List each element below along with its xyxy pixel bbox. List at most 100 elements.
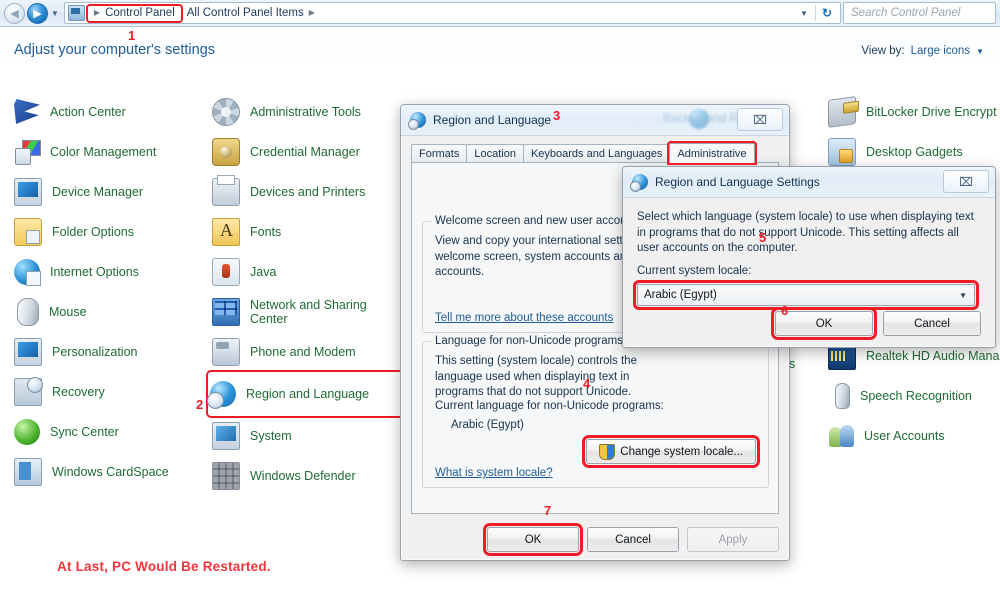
cancel-button[interactable]: Cancel <box>587 527 679 552</box>
cp-item-administrative-tools[interactable]: Administrative Tools <box>212 92 407 132</box>
cp-item-java[interactable]: Java <box>212 252 407 292</box>
ghost-background-title: Backup and R <box>663 111 739 125</box>
cp-item-devices-and-printers[interactable]: Devices and Printers <box>212 172 407 212</box>
cp-item-label: BitLocker Drive Encrypt <box>866 104 997 119</box>
cp-item-label: Administrative Tools <box>250 104 361 119</box>
tab-keyboards-and-languages[interactable]: Keyboards and Languages <box>522 144 671 163</box>
cp-item-label: Fonts <box>250 224 282 239</box>
ok-button[interactable]: OK <box>483 523 583 556</box>
chevron-down-icon: ▼ <box>959 290 967 300</box>
non-unicode-body: This setting (system locale) controls th… <box>435 355 637 399</box>
cp-item-label: Windows Defender <box>250 468 356 483</box>
current-language-value: Arabic (Egypt) <box>451 419 524 431</box>
breadcrumb-all-items[interactable]: All Control Panel Items ▶ <box>181 6 321 21</box>
cp-item-speech-recognition[interactable]: Speech Recognition <box>828 376 1000 416</box>
cp-item-label: Color Management <box>50 144 157 159</box>
items-column-1: Action Center Color Management Device Ma… <box>14 92 204 492</box>
cp-item-action-center[interactable]: Action Center <box>14 92 204 132</box>
tell-me-more-link[interactable]: Tell me more about these accounts <box>435 312 613 324</box>
settings-description: Select which language (system locale) to… <box>637 211 974 255</box>
cp-item-system[interactable]: System <box>212 416 407 456</box>
annotation-3: 3 <box>553 108 561 123</box>
system-locale-combobox[interactable]: Arabic (Egypt) ▼ <box>633 280 979 310</box>
cp-item-folder-options[interactable]: Folder Options <box>14 212 204 252</box>
footer-caption: At Last, PC Would Be Restarted. <box>57 559 271 574</box>
sync-center-icon <box>14 419 40 445</box>
cp-item-sync-center[interactable]: Sync Center <box>14 412 204 452</box>
tab-strip: Formats Location Keyboards and Languages… <box>411 141 779 165</box>
cp-item-windows-cardspace[interactable]: Windows CardSpace <box>14 452 204 492</box>
back-icon[interactable]: ◀ <box>4 2 25 24</box>
cp-item-label: Desktop Gadgets <box>866 144 963 159</box>
cp-item-label: Network and Sharing Center <box>250 297 367 326</box>
cp-item-label: Region and Language <box>246 386 370 401</box>
tab-administrative[interactable]: Administrative <box>667 141 757 165</box>
cp-item-phone-and-modem[interactable]: Phone and Modem <box>212 332 407 372</box>
address-bar[interactable]: ▶ Control Panel All Control Panel Items … <box>63 2 841 24</box>
tab-location[interactable]: Location <box>466 144 524 163</box>
internet-options-globe-icon <box>14 259 41 286</box>
system-icon <box>212 422 240 450</box>
administrative-tools-icon <box>212 98 240 126</box>
cp-item-network-and-sharing-center[interactable]: Network and Sharing Center <box>212 292 407 332</box>
chevron-right-icon-2: ▶ <box>308 8 315 17</box>
dialog-title: Region and Language <box>433 113 552 127</box>
forward-icon[interactable]: ▶ <box>27 2 48 24</box>
cp-item-color-management[interactable]: Color Management <box>14 132 204 172</box>
tab-formats[interactable]: Formats <box>411 144 468 163</box>
cardspace-icon <box>14 458 42 486</box>
recent-pages-dropdown-icon[interactable]: ▼ <box>51 9 59 18</box>
user-accounts-icon <box>828 423 854 449</box>
cp-item-label: Personalization <box>52 344 138 359</box>
cp-item-label: Phone and Modem <box>250 344 356 359</box>
settings-dialog-title-bar[interactable]: Region and Language Settings ⌧ <box>623 167 995 198</box>
change-system-locale-button[interactable]: Change system locale... <box>582 435 760 468</box>
annotation-2: 2 <box>196 397 204 412</box>
breadcrumb-child-label: All Control Panel Items <box>186 6 304 19</box>
cp-item-windows-defender[interactable]: Windows Defender <box>212 456 407 496</box>
dialog-footer: OK Cancel Apply <box>483 523 779 556</box>
non-unicode-group: Language for non-Unicode programs This s… <box>422 335 769 488</box>
chevron-right-icon: ▶ <box>93 8 101 17</box>
cp-item-region-and-language[interactable]: Region and Language <box>206 370 409 418</box>
address-dropdown-icon[interactable]: ▼ <box>793 9 815 18</box>
cp-item-label: Credential Manager <box>250 144 360 159</box>
cp-item-mouse[interactable]: Mouse <box>14 292 204 332</box>
dialog-title-bar[interactable]: Region and Language Backup and R ⌧ <box>401 105 789 136</box>
settings-dialog-footer: OK Cancel <box>771 307 981 340</box>
control-panel-address-icon <box>67 5 85 21</box>
cp-item-user-accounts[interactable]: User Accounts <box>828 416 1000 456</box>
settings-dialog-body: Select which language (system locale) to… <box>623 198 995 346</box>
address-bar-right: ▼ ↻ <box>793 5 840 21</box>
refresh-icon[interactable]: ↻ <box>816 6 838 20</box>
search-input[interactable]: Search Control Panel <box>843 2 996 24</box>
cp-item-device-manager[interactable]: Device Manager <box>14 172 204 212</box>
current-system-locale-label: Current system locale: <box>637 265 752 277</box>
settings-dialog-title: Region and Language Settings <box>655 175 820 189</box>
breadcrumb-control-panel[interactable]: ▶ Control Panel <box>85 3 183 23</box>
recovery-icon <box>14 377 43 406</box>
cp-item-personalization[interactable]: Personalization <box>14 332 204 372</box>
cp-item-bitlocker-drive-encryption[interactable]: BitLocker Drive Encrypt <box>828 92 1000 132</box>
device-manager-icon <box>14 178 42 206</box>
cp-item-recovery[interactable]: Recovery <box>14 372 204 412</box>
folder-options-icon <box>14 218 42 246</box>
view-by-control[interactable]: View by: Large icons ▼ <box>861 45 984 57</box>
phone-modem-icon <box>212 338 240 366</box>
settings-cancel-button[interactable]: Cancel <box>883 311 981 336</box>
network-sharing-icon <box>212 298 240 326</box>
microphone-icon <box>835 383 850 409</box>
close-icon[interactable]: ⌧ <box>943 170 989 193</box>
cp-item-fonts[interactable]: Fonts <box>212 212 407 252</box>
cp-item-internet-options[interactable]: Internet Options <box>14 252 204 292</box>
personalization-icon <box>14 338 42 366</box>
annotation-4: 4 <box>583 376 591 391</box>
cp-item-credential-manager[interactable]: Credential Manager <box>212 132 407 172</box>
close-icon[interactable]: ⌧ <box>737 108 783 131</box>
explorer-toolbar: ◀ ▶ ▼ ▶ Control Panel All Control Panel … <box>0 0 1000 27</box>
mouse-icon <box>17 298 39 326</box>
cp-item-label: Sync Center <box>50 424 119 439</box>
what-is-system-locale-link[interactable]: What is system locale? <box>435 467 553 479</box>
settings-ok-button[interactable]: OK <box>771 307 877 340</box>
fonts-icon <box>212 218 240 246</box>
